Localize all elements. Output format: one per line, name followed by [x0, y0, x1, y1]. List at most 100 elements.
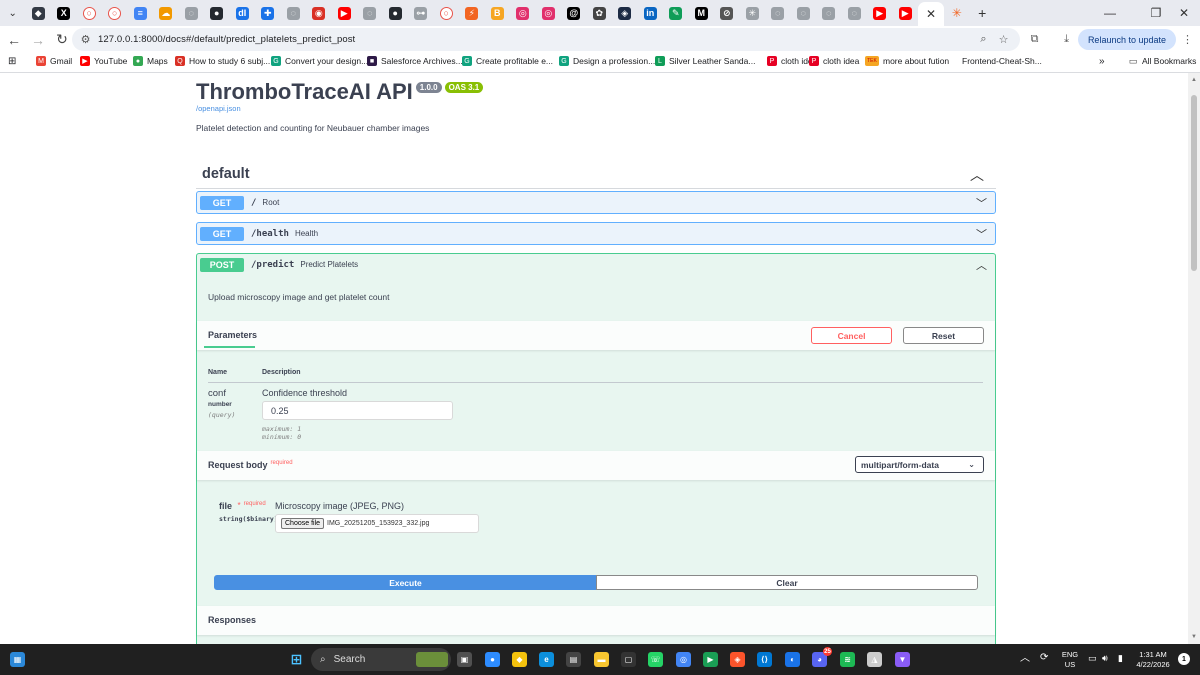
widgets-icon[interactable]: ▦	[10, 652, 25, 667]
bookmark-item[interactable]: Frontend-Cheat-Sh...	[962, 56, 1042, 66]
tab-favicon-threads-tab[interactable]: @	[561, 0, 587, 26]
tab-favicon-7-tab[interactable]: ◌	[179, 0, 205, 26]
clock[interactable]: 1:31 AM 4/22/2026	[1133, 650, 1173, 670]
whatsapp-icon[interactable]: ☏	[648, 652, 663, 667]
media-player-icon[interactable]: ▶	[703, 652, 718, 667]
tab-favicon-github2-tab[interactable]: ●	[383, 0, 409, 26]
tab-favicon-youtube-tab[interactable]: ▶	[332, 0, 358, 26]
vscode-icon[interactable]: ⟨⟩	[757, 652, 772, 667]
tab-favicon-last[interactable]: ✳	[944, 0, 970, 26]
battery-icon[interactable]: ▮	[1118, 653, 1123, 663]
minimize-icon[interactable]: —	[1094, 0, 1126, 26]
chevron-up-icon[interactable]: ︿	[976, 257, 987, 273]
tab-favicon-3-tab[interactable]: ○	[77, 0, 103, 26]
scrollbar-thumb[interactable]	[1191, 95, 1197, 271]
chevron-up-icon[interactable]: ︿	[970, 165, 984, 185]
conf-input[interactable]: 0.25	[262, 401, 453, 420]
close-window-icon[interactable]: ✕	[1168, 0, 1200, 26]
tab-favicon-14-tab[interactable]: ◌	[357, 0, 383, 26]
tab-favicon-1-tab[interactable]: ◆	[26, 0, 52, 26]
volume-icon[interactable]: 🔊︎	[1102, 653, 1108, 663]
bookmark-item[interactable]: G Convert your design...	[271, 56, 368, 66]
chrome-icon[interactable]: ◎	[676, 652, 691, 667]
opblock-get-root[interactable]: GET / Root ﹀	[196, 191, 996, 214]
chevron-down-icon[interactable]: ﹀	[976, 226, 987, 242]
tab-favicon-4-tab[interactable]: ○	[102, 0, 128, 26]
edge-icon[interactable]: e	[539, 652, 554, 667]
tab-favicon-ext-tab[interactable]: ✚	[255, 0, 281, 26]
choose-file-button[interactable]: Choose file	[281, 518, 325, 529]
cancel-button[interactable]: Cancel	[811, 327, 892, 344]
page-scrollbar[interactable]: ▲ ▼	[1188, 73, 1200, 644]
url-text[interactable]: 127.0.0.1:8000/docs#/default/predict_pla…	[98, 34, 355, 45]
tab-favicon-11-tab[interactable]: ◌	[281, 0, 307, 26]
tab-favicon-6-tab[interactable]: ☁	[153, 0, 179, 26]
file-input[interactable]: Choose file IMG_20251205_153923_332.jpg	[275, 514, 479, 533]
file-explorer-icon[interactable]: ▬	[594, 652, 609, 667]
tab-favicon-youtube2-tab[interactable]: ▶	[867, 0, 893, 26]
tab-favicon-instagram-tab[interactable]: ◎	[510, 0, 536, 26]
bookmark-item[interactable]: TEK more about fution	[865, 56, 949, 66]
tab-favicon-33-tab[interactable]: ◌	[842, 0, 868, 26]
tab-favicon-30-tab[interactable]: ◌	[765, 0, 791, 26]
bookmark-item[interactable]: G Design a profession...	[559, 56, 655, 66]
bookmark-item[interactable]: Pcloth idea	[809, 56, 859, 66]
active-tab[interactable]: ✕	[918, 2, 944, 26]
execute-button[interactable]: Execute	[214, 575, 597, 590]
tag-section-default[interactable]: default ︿	[196, 159, 996, 189]
tab-favicon-28-tab[interactable]: ⊘	[714, 0, 740, 26]
app-16-icon[interactable]: ◮	[867, 652, 882, 667]
tab-favicon-linkedin-tab[interactable]: in	[638, 0, 664, 26]
downloads-icon[interactable]: ⤓	[1059, 32, 1074, 47]
tab-search-button[interactable]: ⌄	[0, 0, 26, 26]
bookmark-star-icon[interactable]: ☆	[996, 32, 1011, 47]
bookmark-item[interactable]: G Create profitable e...	[462, 56, 553, 66]
tab-favicon-16-tab[interactable]: ⊶	[408, 0, 434, 26]
openapi-json-link[interactable]: /openapi.json	[196, 104, 241, 113]
search-highlight-image[interactable]	[416, 652, 448, 667]
tab-favicon-32-tab[interactable]: ◌	[816, 0, 842, 26]
tab-favicon-17-tab[interactable]: ○	[434, 0, 460, 26]
clear-button[interactable]: Clear	[596, 575, 978, 590]
reload-icon[interactable]: ↻	[50, 28, 74, 52]
tab-favicon-19-tab[interactable]: B	[485, 0, 511, 26]
tray-overflow-chevron-icon[interactable]: ︿	[1020, 654, 1030, 664]
notification-badge[interactable]: 1	[1178, 653, 1190, 665]
tab-favicon-medium-tab[interactable]: M	[689, 0, 715, 26]
site-info-icon[interactable]: ⚙	[78, 32, 93, 47]
pinned-app-icon[interactable]: ◆	[512, 652, 527, 667]
copilot-icon[interactable]: ◐	[785, 652, 800, 667]
spotify-icon[interactable]: ≋	[840, 652, 855, 667]
op-summary-bar[interactable]: POST /predict Predict Platelets	[197, 254, 995, 275]
task-view-icon[interactable]: ▣	[457, 652, 472, 667]
all-bookmarks[interactable]: ▭ All Bookmarks	[1128, 56, 1197, 67]
zoom-search-icon[interactable]: ⌕	[976, 32, 991, 47]
opblock-get-health[interactable]: GET /health Health ﹀	[196, 222, 996, 245]
bookmark-item[interactable]: ● Maps	[133, 56, 168, 66]
tab-favicon-26-tab[interactable]: ✎	[663, 0, 689, 26]
start-windows-icon[interactable]: ⊞	[289, 651, 304, 667]
back-icon[interactable]: ←	[2, 28, 26, 52]
bookmark-item[interactable]: ▶ YouTube	[80, 56, 127, 66]
forward-icon[interactable]: →	[26, 28, 50, 52]
network-icon[interactable]: ▭	[1088, 653, 1097, 663]
bookmark-item[interactable]: Q How to study 6 subj...	[175, 56, 270, 66]
tray-app-icon[interactable]: ⟳	[1040, 653, 1048, 663]
reset-button[interactable]: Reset	[903, 327, 984, 344]
menu-kebab-icon[interactable]: ⋮	[1180, 32, 1195, 47]
tab-favicon-29-tab[interactable]: ✳	[740, 0, 766, 26]
bookmark-item[interactable]: ■ Salesforce Archives...	[367, 56, 463, 66]
relaunch-button[interactable]: Relaunch to update	[1077, 29, 1176, 50]
app-17-icon[interactable]: ▼	[895, 652, 910, 667]
chevron-down-icon[interactable]: ﹀	[976, 195, 987, 211]
new-tab-button[interactable]: +	[970, 0, 996, 26]
tab-parameters[interactable]: Parameters	[208, 330, 257, 340]
address-bar[interactable]: ⚙ 127.0.0.1:8000/docs#/default/predict_p…	[72, 28, 1020, 51]
brave-icon[interactable]: ◈	[730, 652, 745, 667]
zoom-icon[interactable]: ●	[485, 652, 500, 667]
extensions-icon[interactable]: ⧉	[1027, 32, 1042, 47]
store-icon[interactable]: ▤	[566, 652, 581, 667]
close-tab-icon[interactable]: ✕	[926, 7, 936, 21]
language-indicator[interactable]: ENG US	[1059, 650, 1081, 670]
apps-grid-icon[interactable]: ⊞	[8, 56, 16, 67]
